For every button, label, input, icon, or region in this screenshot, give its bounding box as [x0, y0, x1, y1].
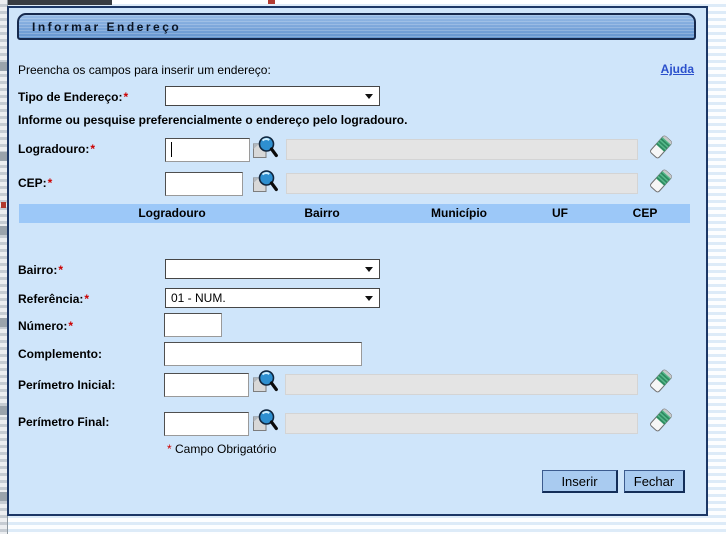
label-numero: Número:* — [18, 319, 73, 333]
search-icon — [252, 369, 278, 396]
left-edge-red-mark — [1, 202, 6, 208]
label-tipo-endereco: Tipo de Endereço:* — [18, 90, 128, 104]
intro-text: Preencha os campos para inserir um ender… — [18, 63, 271, 77]
cep-display-field — [286, 173, 638, 194]
referencia-value: 01 - NUM. — [171, 291, 226, 305]
logradouro-input[interactable] — [165, 138, 250, 162]
label-cep: CEP:* — [18, 176, 52, 190]
required-asterisk: * — [84, 292, 89, 306]
search-icon — [252, 408, 278, 435]
logradouro-clear-button[interactable] — [648, 133, 674, 161]
required-asterisk: * — [58, 263, 63, 277]
label-referencia: Referência:* — [18, 292, 89, 306]
perimetro-final-clear-button[interactable] — [648, 406, 674, 434]
search-icon — [252, 135, 278, 162]
dialog-title-bar: Informar Endereço — [17, 13, 696, 40]
column-bairro: Bairro — [304, 206, 339, 220]
bairro-select[interactable] — [165, 259, 380, 279]
eraser-icon — [648, 167, 674, 195]
eraser-icon — [648, 367, 674, 395]
perimetro-inicial-display-field — [285, 374, 638, 395]
logradouro-search-button[interactable] — [252, 135, 278, 162]
required-asterisk: * — [123, 90, 128, 104]
label-complemento: Complemento: — [18, 347, 102, 361]
column-cep: CEP — [633, 206, 658, 220]
label-perimetro-inicial: Perímetro Inicial: — [18, 378, 115, 392]
required-asterisk: * — [90, 142, 95, 156]
eraser-icon — [648, 133, 674, 161]
cep-clear-button[interactable] — [648, 167, 674, 195]
perimetro-final-search-button[interactable] — [252, 408, 278, 435]
required-asterisk: * — [68, 319, 73, 333]
column-logradouro: Logradouro — [138, 206, 205, 220]
required-asterisk: * — [48, 176, 53, 190]
cep-search-button[interactable] — [252, 169, 278, 196]
browser-top-edge-accent — [268, 0, 275, 4]
cep-input[interactable] — [165, 172, 243, 196]
search-icon — [252, 169, 278, 196]
complemento-input[interactable] — [164, 342, 362, 366]
column-uf: UF — [552, 206, 568, 220]
chevron-down-icon — [365, 94, 373, 99]
perimetro-final-display-field — [285, 413, 638, 434]
label-perimetro-final: Perímetro Final: — [18, 415, 109, 429]
text-caret — [171, 142, 172, 157]
screen: Informar Endereço Preencha os campos par… — [0, 0, 726, 534]
ajuda-link[interactable]: Ajuda — [661, 62, 694, 76]
dialog-title: Informar Endereço — [32, 20, 181, 34]
perimetro-inicial-input[interactable] — [164, 373, 249, 397]
label-logradouro: Logradouro:* — [18, 142, 95, 156]
perimetro-final-input[interactable] — [164, 412, 249, 436]
logradouro-display-field — [286, 139, 638, 160]
informar-endereco-dialog: Informar Endereço Preencha os campos par… — [7, 6, 708, 516]
label-bairro: Bairro:* — [18, 263, 63, 277]
tipo-endereco-select[interactable] — [165, 86, 380, 106]
browser-top-edge — [0, 0, 112, 5]
fechar-button[interactable]: Fechar — [624, 470, 685, 493]
numero-input[interactable] — [164, 313, 222, 337]
required-note: * Campo Obrigatório — [166, 442, 276, 456]
column-municipio: Município — [431, 206, 487, 220]
eraser-icon — [648, 406, 674, 434]
referencia-select[interactable]: 01 - NUM. — [165, 288, 380, 308]
results-table-header: Logradouro Bairro Município UF CEP — [19, 204, 690, 223]
perimetro-inicial-search-button[interactable] — [252, 369, 278, 396]
required-asterisk: * — [167, 442, 172, 456]
perimetro-inicial-clear-button[interactable] — [648, 367, 674, 395]
chevron-down-icon — [365, 296, 373, 301]
chevron-down-icon — [365, 267, 373, 272]
note-text: Informe ou pesquise preferencialmente o … — [18, 113, 407, 127]
inserir-button[interactable]: Inserir — [542, 470, 618, 493]
